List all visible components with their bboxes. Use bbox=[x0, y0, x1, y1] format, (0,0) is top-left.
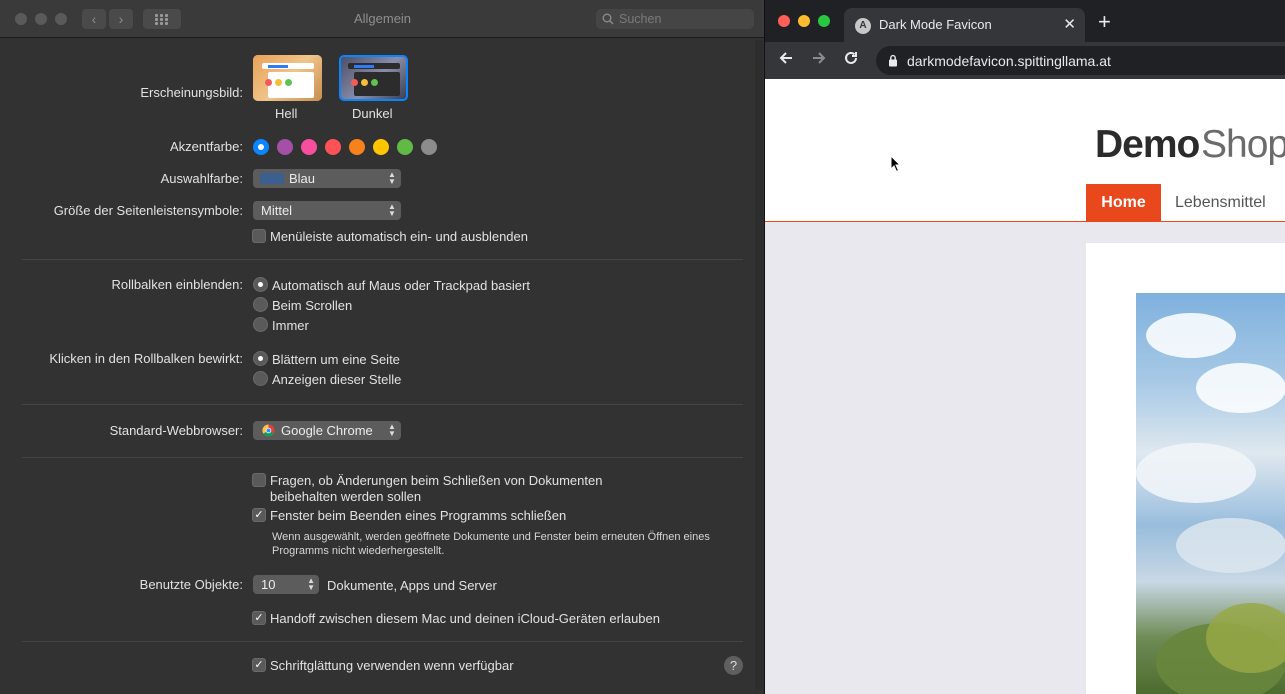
logo-demo: Demo bbox=[1095, 123, 1200, 166]
divider bbox=[22, 259, 743, 260]
click-jump-spot-radio[interactable] bbox=[253, 371, 268, 386]
accent-color-swatch[interactable] bbox=[373, 139, 389, 155]
accent-color-swatch[interactable] bbox=[277, 139, 293, 155]
recent-items-value: 10 bbox=[261, 577, 276, 592]
scrollbars-always-label: Immer bbox=[272, 318, 309, 333]
hero-image bbox=[1136, 293, 1285, 694]
accent-color-swatch[interactable] bbox=[253, 139, 269, 155]
appearance-dark-label: Dunkel bbox=[352, 106, 393, 121]
highlight-color-popup[interactable]: Blau ▲ ▼ bbox=[253, 169, 401, 188]
accent-color-swatch[interactable] bbox=[397, 139, 413, 155]
sidebar-icon-size-popup[interactable]: Mittel ▲ ▼ bbox=[253, 201, 401, 220]
ask-keep-changes-label-line2: beibehalten werden sollen bbox=[270, 489, 422, 504]
forward-arrow-icon[interactable] bbox=[811, 50, 827, 71]
appearance-light-thumbnail[interactable] bbox=[253, 55, 322, 101]
default-browser-popup[interactable]: Google Chrome ▲ ▼ bbox=[253, 421, 401, 440]
close-windows-checkbox[interactable]: ✓ bbox=[252, 508, 266, 522]
font-smoothing-label: Schriftglättung verwenden wenn verfügbar bbox=[270, 658, 514, 673]
scrollbars-automatic-radio[interactable] bbox=[253, 277, 268, 292]
scrollbars-when-scrolling-radio[interactable] bbox=[253, 297, 268, 312]
chrome-window: A Dark Mode Favicon ✕ + darkmodefavicon.… bbox=[765, 0, 1285, 694]
tab-title: Dark Mode Favicon bbox=[879, 17, 992, 32]
lock-icon bbox=[889, 54, 897, 67]
new-tab-icon[interactable]: + bbox=[1098, 11, 1111, 33]
click-scrollbar-label: Klicken in den Rollbalken bewirkt: bbox=[49, 351, 243, 366]
recent-items-popup[interactable]: 10 ▲ ▼ bbox=[253, 575, 319, 594]
click-next-page-label: Blättern um eine Seite bbox=[272, 352, 400, 367]
appearance-light-label: Hell bbox=[275, 106, 298, 121]
browser-toolbar: darkmodefavicon.spittingllama.at bbox=[765, 42, 1285, 79]
browser-tab[interactable]: A Dark Mode Favicon ✕ bbox=[844, 8, 1085, 42]
selected-dot-icon bbox=[258, 144, 264, 150]
scrollbar[interactable] bbox=[755, 40, 763, 690]
sidebar-icon-size-label: Größe der Seitenleistensymbole: bbox=[53, 203, 243, 218]
logo-shop: Shop bbox=[1201, 123, 1285, 166]
popup-arrows-icon: ▲ ▼ bbox=[388, 422, 396, 438]
search-icon bbox=[602, 13, 614, 25]
address-bar[interactable]: darkmodefavicon.spittingllama.at bbox=[876, 46, 1285, 75]
divider bbox=[22, 641, 743, 642]
sidebar-icon-size-value: Mittel bbox=[261, 203, 293, 218]
minimize-window-button[interactable] bbox=[798, 15, 810, 27]
nav-home[interactable]: Home bbox=[1086, 184, 1161, 222]
accent-color-swatch[interactable] bbox=[301, 139, 317, 155]
handoff-checkbox[interactable]: ✓ bbox=[252, 611, 266, 625]
reload-icon[interactable] bbox=[843, 50, 859, 71]
recent-items-suffix: Dokumente, Apps und Server bbox=[327, 578, 497, 593]
appearance-dark-thumbnail[interactable] bbox=[339, 55, 408, 101]
accent-color-swatch[interactable] bbox=[349, 139, 365, 155]
menubar-autohide-checkbox[interactable] bbox=[252, 229, 266, 243]
close-window-button[interactable] bbox=[778, 15, 790, 27]
zoom-window-button[interactable] bbox=[818, 15, 830, 27]
font-smoothing-checkbox[interactable]: ✓ bbox=[252, 658, 266, 672]
handoff-label: Handoff zwischen diesem Mac und deinen i… bbox=[270, 611, 660, 626]
popup-arrows-icon: ▲ ▼ bbox=[307, 576, 315, 592]
divider bbox=[22, 457, 743, 458]
back-arrow-icon[interactable] bbox=[778, 50, 794, 71]
divider bbox=[22, 404, 743, 405]
menubar-autohide-label: Menüleiste automatisch ein- und ausblend… bbox=[270, 229, 529, 244]
mouse-cursor-icon bbox=[890, 155, 902, 173]
chrome-icon bbox=[262, 424, 275, 437]
close-windows-note: Wenn ausgewählt, werden geöffnete Dokume… bbox=[272, 531, 710, 557]
highlight-color-label: Auswahlfarbe: bbox=[160, 171, 243, 186]
web-page: Demo Shop Home Lebensmittel bbox=[765, 79, 1285, 694]
highlight-color-value: Blau bbox=[289, 171, 316, 186]
url-text: darkmodefavicon.spittingllama.at bbox=[907, 53, 1111, 69]
tab-strip: A Dark Mode Favicon ✕ + bbox=[765, 0, 1285, 42]
default-browser-label: Standard-Webbrowser: bbox=[109, 423, 243, 438]
popup-arrows-icon: ▲ ▼ bbox=[388, 170, 396, 186]
show-scrollbars-label: Rollbalken einblenden: bbox=[111, 277, 243, 292]
highlight-swatch bbox=[260, 173, 284, 184]
favicon-icon: A bbox=[855, 18, 871, 34]
ask-keep-changes-label-line1: Fragen, ob Änderungen beim Schließen von… bbox=[270, 473, 603, 488]
window-titlebar: ‹ › Allgemein Suchen bbox=[0, 0, 764, 38]
system-preferences-window: ‹ › Allgemein Suchen Erscheinungsbild: H… bbox=[0, 0, 765, 694]
appearance-label: Erscheinungsbild: bbox=[140, 85, 243, 100]
click-next-page-radio[interactable] bbox=[253, 351, 268, 366]
scrollbars-when-scrolling-label: Beim Scrollen bbox=[272, 298, 353, 313]
click-jump-spot-label: Anzeigen dieser Stelle bbox=[272, 372, 402, 387]
help-button[interactable]: ? bbox=[724, 656, 743, 675]
search-field[interactable]: Suchen bbox=[596, 9, 754, 29]
popup-arrows-icon: ▲ ▼ bbox=[388, 202, 396, 218]
scrollbars-always-radio[interactable] bbox=[253, 317, 268, 332]
close-windows-label: Fenster beim Beenden eines Programms sch… bbox=[270, 508, 567, 523]
accent-color-label: Akzentfarbe: bbox=[170, 139, 243, 154]
accent-color-swatch[interactable] bbox=[325, 139, 341, 155]
recent-items-label: Benutzte Objekte: bbox=[139, 577, 243, 592]
close-tab-icon[interactable]: ✕ bbox=[1063, 15, 1076, 33]
default-browser-value: Google Chrome bbox=[281, 423, 373, 438]
nav-lebensmittel[interactable]: Lebensmittel bbox=[1175, 194, 1266, 212]
scrollbars-automatic-label: Automatisch auf Maus oder Trackpad basie… bbox=[272, 278, 530, 293]
search-placeholder: Suchen bbox=[619, 12, 662, 26]
ask-keep-changes-checkbox[interactable] bbox=[252, 473, 266, 487]
accent-color-swatch[interactable] bbox=[421, 139, 437, 155]
